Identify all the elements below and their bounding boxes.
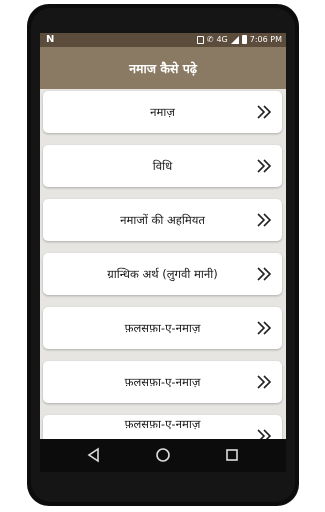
list-item[interactable]: ग्रान्धिक अर्थ (लुगवी मानी)	[43, 253, 282, 295]
call-icon: ✆	[206, 35, 214, 44]
app-screen: N ✆ 4G 7:06 PM नमाज कैसे पढ़े नमाज़ विधि…	[40, 33, 286, 439]
system-nav-bar	[40, 439, 286, 472]
double-chevron-right-icon	[257, 105, 272, 119]
double-chevron-right-icon	[257, 429, 272, 439]
list-item[interactable]: फ़लसफ़ा-ए-नमाज़	[43, 415, 282, 439]
list-item-label: फ़लसफ़ा-ए-नमाज़	[124, 320, 201, 335]
signal-icon	[230, 35, 239, 44]
list-item-label: नमाजों की अहमियत	[120, 212, 205, 227]
double-chevron-right-icon	[257, 375, 272, 389]
app-bar: नमाज कैसे पढ़े	[40, 47, 286, 89]
double-chevron-right-icon	[257, 267, 272, 281]
network-label: 4G	[216, 35, 228, 44]
double-chevron-right-icon	[257, 213, 272, 227]
list-item-label: ग्रान्धिक अर्थ (लुगवी मानी)	[107, 266, 218, 281]
recents-icon[interactable]	[224, 447, 240, 463]
double-chevron-right-icon	[257, 159, 272, 173]
list-item-label: फ़लसफ़ा-ए-नमाज़	[124, 416, 201, 431]
back-icon[interactable]	[86, 447, 102, 463]
list-item[interactable]: नमाज़	[43, 91, 282, 133]
page-title: नमाज कैसे पढ़े	[129, 60, 197, 76]
double-chevron-right-icon	[257, 321, 272, 335]
notification-n-icon: N	[46, 34, 55, 45]
status-time: 7:06 PM	[249, 35, 282, 44]
list-item[interactable]: नमाजों की अहमियत	[43, 199, 282, 241]
list-item[interactable]: विधि	[43, 145, 282, 187]
home-icon[interactable]	[155, 447, 171, 463]
vibrate-icon	[196, 35, 204, 44]
list-item-label: फ़लसफ़ा-ए-नमाज़	[124, 374, 201, 389]
list-item[interactable]: फ़लसफ़ा-ए-नमाज़	[43, 361, 282, 403]
list-item[interactable]: फ़लसफ़ा-ए-नमाज़	[43, 307, 282, 349]
battery-icon	[241, 35, 247, 44]
list-item-label: नमाज़	[150, 104, 175, 119]
status-bar: N ✆ 4G 7:06 PM	[40, 33, 286, 47]
list-item-label: विधि	[152, 158, 173, 173]
